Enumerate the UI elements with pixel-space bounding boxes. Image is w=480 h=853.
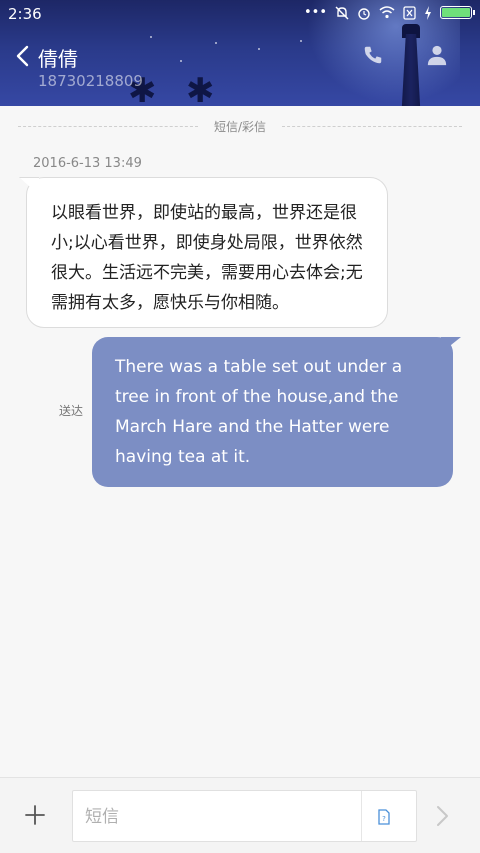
contact-number: 18730218809 [38,72,143,90]
sim-card-icon[interactable]: ? [376,809,392,825]
divider-line [282,126,462,127]
outgoing-message-text: There was a table set out under a tree i… [115,357,403,467]
wifi-icon [379,6,395,19]
star [150,36,152,38]
person-icon[interactable] [426,44,448,66]
battery-icon [440,6,475,19]
palm-tree-icon: ✱ [186,71,215,106]
more-dots: ••• [303,5,327,20]
no-sim-icon [403,5,416,20]
input-separator [361,791,362,841]
status-icons: ••• [303,5,475,20]
phone-icon[interactable] [362,44,384,66]
star [215,42,217,44]
star [180,60,182,62]
status-time: 2:36 [8,5,42,23]
back-arrow-icon[interactable] [14,44,32,68]
bubble-tail [441,337,461,353]
mute-bell-icon [335,6,349,19]
incoming-message-text: 以眼看世界，即使站的最高，世界还是很小;以心看世界，即使身处局限，世界依然很大。… [51,203,363,313]
delivery-status: 送达 [59,404,84,418]
star [258,48,260,50]
section-divider: 短信/彩信 [18,118,462,134]
status-bar: 2:36 ••• [0,0,480,28]
plus-icon[interactable] [24,804,46,826]
outgoing-message-bubble[interactable]: There was a table set out under a tree i… [92,337,461,487]
conversation-header: ✱ ✱ 2:36 ••• 倩倩 18730218809 [0,0,480,106]
contact-name: 倩倩 [38,47,78,71]
message-input[interactable] [85,805,345,829]
message-input-box: ? [72,790,417,842]
message-timestamp: 2016-6-13 13:49 [33,156,142,171]
svg-text:?: ? [382,815,386,823]
message-composer: ? [0,777,480,853]
charging-icon [425,5,431,20]
bubble-tail [19,177,39,195]
incoming-message-bubble[interactable]: 以眼看世界，即使站的最高，世界还是很小;以心看世界，即使身处局限，世界依然很大。… [19,177,388,328]
send-arrow-icon[interactable] [434,804,450,828]
star [300,40,302,42]
alarm-icon [358,7,370,20]
